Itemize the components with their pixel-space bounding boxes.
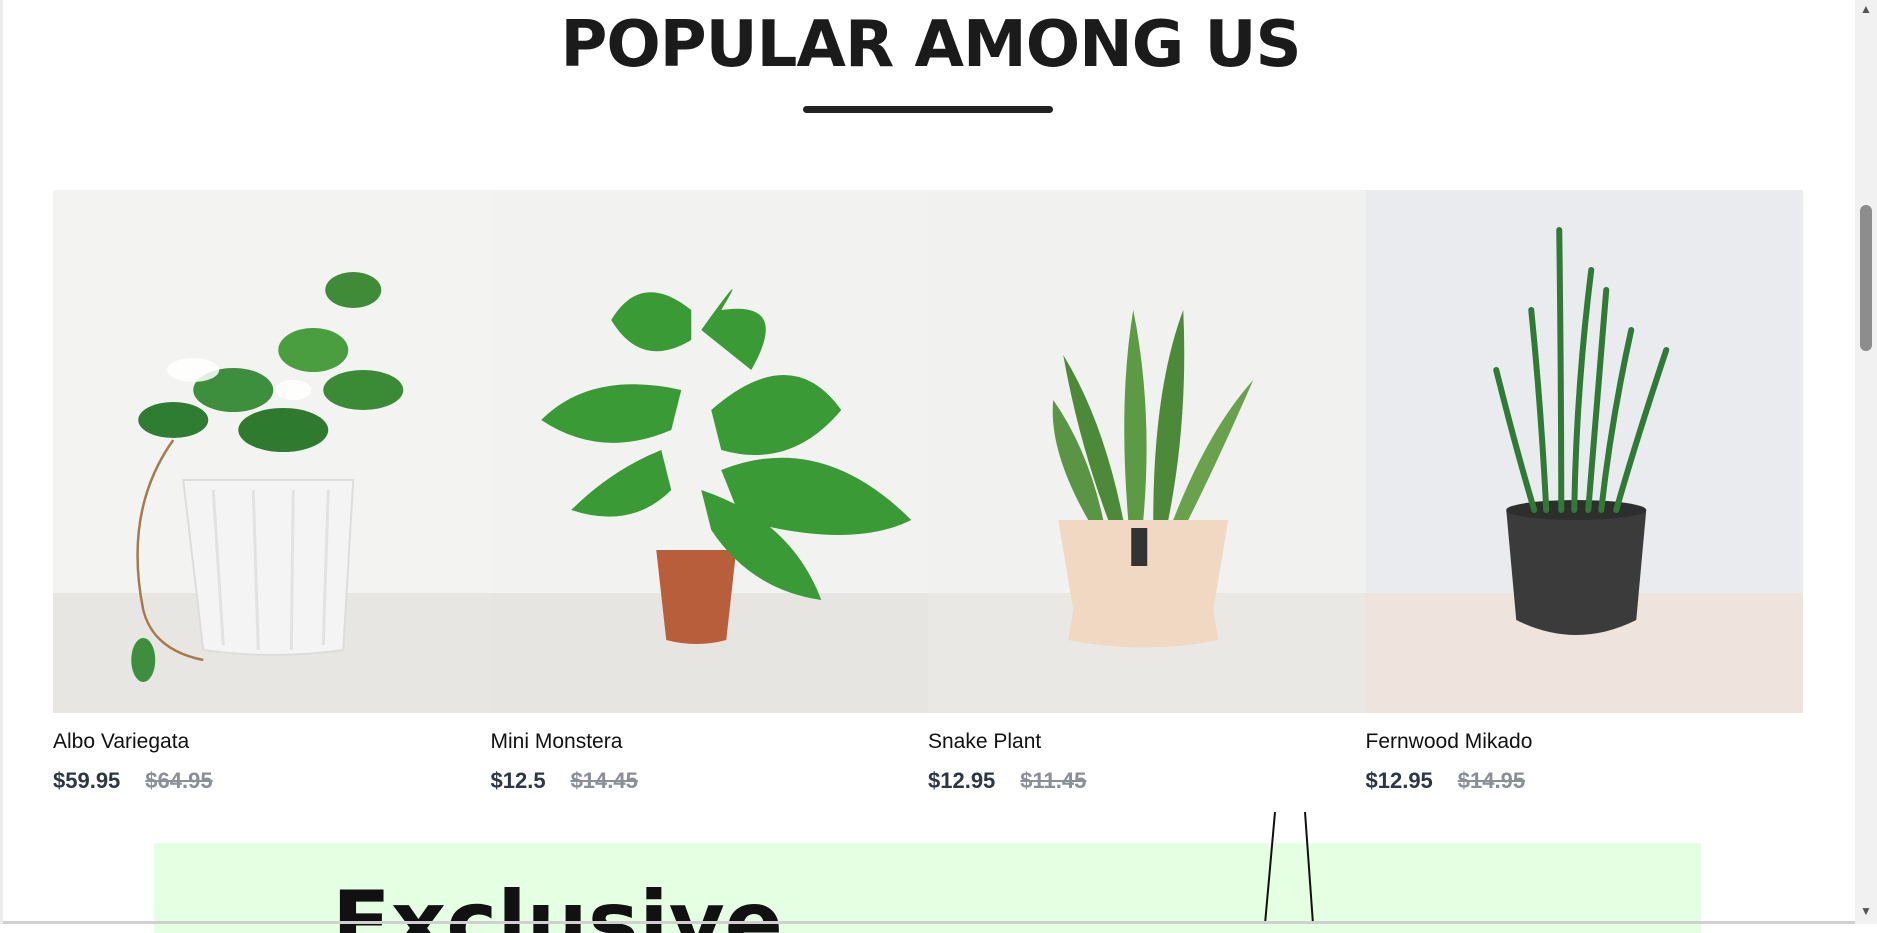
scroll-up-arrow-icon[interactable]: ▲ bbox=[1860, 2, 1872, 16]
product-grid: Albo Variegata $59.95 $64.95 Mini Monste… bbox=[53, 190, 1803, 793]
scrollbar-thumb[interactable] bbox=[1860, 205, 1872, 351]
plant-illustration bbox=[1492, 227, 1669, 635]
product-image-mini-monstera[interactable] bbox=[490, 190, 928, 713]
product-name[interactable]: Albo Variegata bbox=[53, 730, 189, 754]
product-card[interactable]: Mini Monstera $12.5 $14.45 bbox=[490, 190, 928, 793]
product-name[interactable]: Snake Plant bbox=[928, 730, 1041, 754]
plant-illustration bbox=[131, 272, 404, 682]
price: $12.95 bbox=[928, 768, 996, 793]
price-row: $12.95 $11.45 bbox=[928, 768, 1086, 794]
title-underline bbox=[803, 106, 1053, 113]
plant-illustration bbox=[1052, 310, 1254, 648]
plant-illustration bbox=[540, 289, 911, 644]
banner-heading: Exclusive bbox=[332, 873, 783, 933]
section-title: POPULAR AMONG US bbox=[560, 8, 1301, 82]
old-price: $11.45 bbox=[1020, 768, 1087, 793]
product-image-snake-plant[interactable] bbox=[928, 190, 1366, 713]
old-price: $64.95 bbox=[145, 768, 213, 793]
scroll-down-arrow-icon[interactable]: ▼ bbox=[1860, 904, 1872, 918]
price: $12.5 bbox=[490, 768, 546, 793]
old-price: $14.45 bbox=[570, 768, 638, 793]
price-row: $12.5 $14.45 bbox=[491, 768, 638, 794]
product-image-fernwood-mikado[interactable] bbox=[1365, 190, 1803, 713]
page: POPULAR AMONG US Albo Variegata $59.95 $… bbox=[0, 0, 1858, 933]
product-name[interactable]: Mini Monstera bbox=[491, 730, 623, 754]
hanging-planter-icon bbox=[1264, 812, 1314, 924]
product-card[interactable]: Albo Variegata $59.95 $64.95 bbox=[53, 190, 491, 793]
product-card[interactable]: Fernwood Mikado $12.95 $14.95 bbox=[1365, 190, 1803, 793]
product-name[interactable]: Fernwood Mikado bbox=[1366, 730, 1533, 754]
price: $59.95 bbox=[53, 768, 121, 793]
vertical-scrollbar[interactable]: ▲ ▼ bbox=[1855, 0, 1877, 924]
price: $12.95 bbox=[1365, 768, 1433, 793]
old-price: $14.95 bbox=[1457, 768, 1526, 793]
product-image-albo-variegata[interactable] bbox=[53, 190, 491, 713]
product-card[interactable]: Snake Plant $12.95 $11.45 bbox=[928, 190, 1366, 793]
price-row: $59.95 $64.95 bbox=[53, 768, 213, 794]
price-row: $12.95 $14.95 bbox=[1366, 768, 1526, 794]
exclusive-banner: Exclusive bbox=[154, 843, 1701, 933]
